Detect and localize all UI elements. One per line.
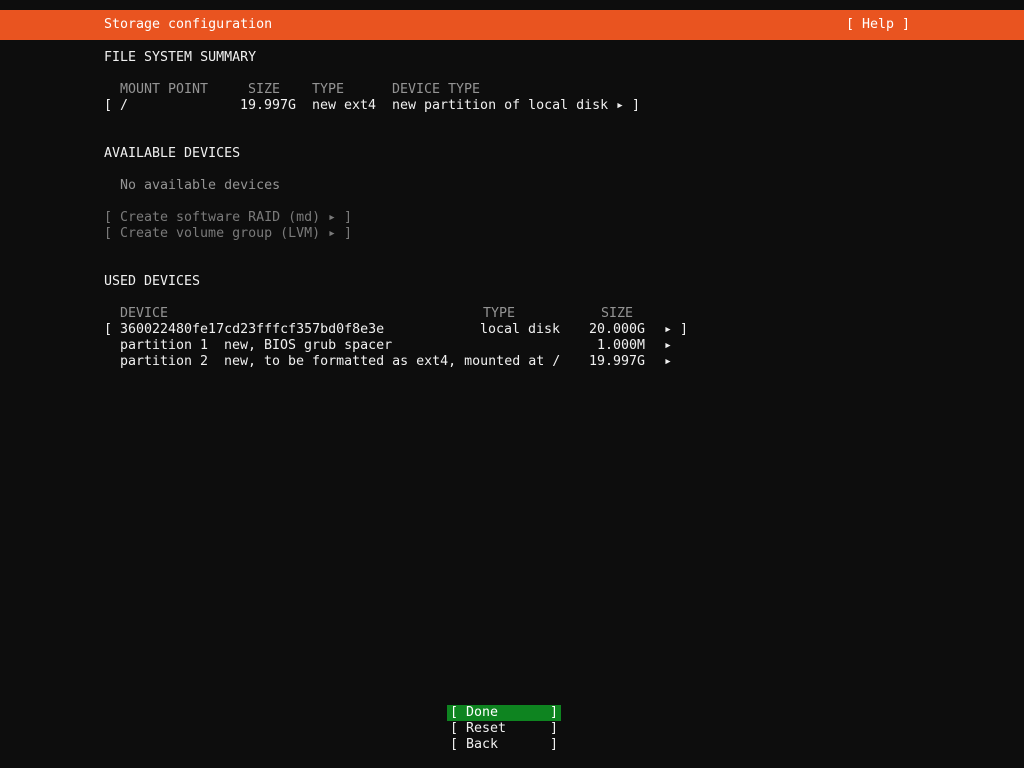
device-type-value: new partition of local disk: [392, 98, 608, 114]
used-device-row-partition-2[interactable]: partition 2 new, to be formatted as ext4…: [0, 354, 1024, 370]
type-value: new ext4: [312, 98, 376, 114]
expand-arrow-icon: ▸: [328, 210, 336, 226]
used-devices-header-row: DEVICE TYPE SIZE: [0, 306, 1024, 322]
done-button-label: Done: [466, 705, 550, 721]
bracket-open: [: [104, 322, 112, 338]
partition-description: new, to be formatted as ext4, mounted at…: [224, 354, 560, 370]
column-header-size: SIZE: [601, 306, 633, 322]
done-button[interactable]: [ Done ]: [447, 705, 561, 721]
page-title: Storage configuration: [104, 10, 272, 40]
partition-size: 19.997G: [581, 354, 645, 370]
no-available-devices-text: No available devices: [0, 178, 1024, 194]
expand-arrow-icon: ▸: [664, 354, 672, 370]
bracket-close: ]: [550, 721, 558, 737]
partition-name: partition 2: [120, 354, 208, 370]
expand-arrow-icon: ▸: [328, 226, 336, 242]
mount-point-value: /: [120, 98, 128, 114]
column-header-mount-point: MOUNT POINT: [120, 82, 208, 98]
used-device-row-disk[interactable]: [ 360022480fe17cd23fffcf357bd0f8e3e loca…: [0, 322, 1024, 338]
section-title: FILE SYSTEM SUMMARY: [104, 50, 256, 66]
expand-arrow-icon: ▸: [664, 338, 672, 354]
section-title: USED DEVICES: [104, 274, 200, 290]
bracket-open: [: [450, 705, 458, 721]
title-bar: Storage configuration [ Help ]: [0, 10, 1024, 40]
bracket-close: ]: [344, 226, 352, 242]
create-software-raid-label: Create software RAID (md): [120, 210, 320, 226]
used-devices-heading: USED DEVICES: [0, 274, 1024, 290]
create-volume-group-button[interactable]: [ Create volume group (LVM) ▸ ]: [0, 226, 1024, 242]
size-value: 19.997G: [232, 98, 296, 114]
bracket-open: [: [104, 226, 112, 242]
column-header-size: SIZE: [248, 82, 280, 98]
create-software-raid-button[interactable]: [ Create software RAID (md) ▸ ]: [0, 210, 1024, 226]
device-id: 360022480fe17cd23fffcf357bd0f8e3e: [120, 322, 384, 338]
create-volume-group-label: Create volume group (LVM): [120, 226, 320, 242]
expand-arrow-icon: ▸: [616, 98, 624, 114]
bracket-open: [: [104, 98, 112, 114]
back-button[interactable]: [ Back ]: [447, 737, 561, 753]
device-size: 20.000G: [581, 322, 645, 338]
storage-configuration-screen: Storage configuration [ Help ] FILE SYST…: [0, 0, 1024, 768]
bracket-open: [: [450, 721, 458, 737]
column-header-device: DEVICE: [120, 306, 168, 322]
fs-summary-row-root[interactable]: [ / 19.997G new ext4 new partition of lo…: [0, 98, 1024, 114]
column-header-type: TYPE: [312, 82, 344, 98]
column-header-type: TYPE: [483, 306, 515, 322]
fs-summary-header-row: MOUNT POINT SIZE TYPE DEVICE TYPE: [0, 82, 1024, 98]
back-button-label: Back: [466, 737, 550, 753]
bracket-close: ]: [632, 98, 640, 114]
expand-arrow-icon: ▸: [664, 322, 672, 338]
bracket-open: [: [450, 737, 458, 753]
column-header-device-type: DEVICE TYPE: [392, 82, 480, 98]
used-device-row-partition-1[interactable]: partition 1 new, BIOS grub spacer 1.000M…: [0, 338, 1024, 354]
device-type: local disk: [480, 322, 560, 338]
reset-button-label: Reset: [466, 721, 550, 737]
partition-description: new, BIOS grub spacer: [224, 338, 392, 354]
bracket-close: ]: [680, 322, 688, 338]
reset-button[interactable]: [ Reset ]: [447, 721, 561, 737]
empty-state-label: No available devices: [120, 178, 280, 194]
partition-size: 1.000M: [581, 338, 645, 354]
help-button[interactable]: [ Help ]: [846, 10, 910, 40]
section-title: AVAILABLE DEVICES: [104, 146, 240, 162]
bracket-open: [: [104, 210, 112, 226]
available-devices-heading: AVAILABLE DEVICES: [0, 146, 1024, 162]
file-system-summary-heading: FILE SYSTEM SUMMARY: [0, 50, 1024, 66]
bracket-close: ]: [550, 737, 558, 753]
bracket-close: ]: [550, 705, 558, 721]
bracket-close: ]: [344, 210, 352, 226]
partition-name: partition 1: [120, 338, 208, 354]
